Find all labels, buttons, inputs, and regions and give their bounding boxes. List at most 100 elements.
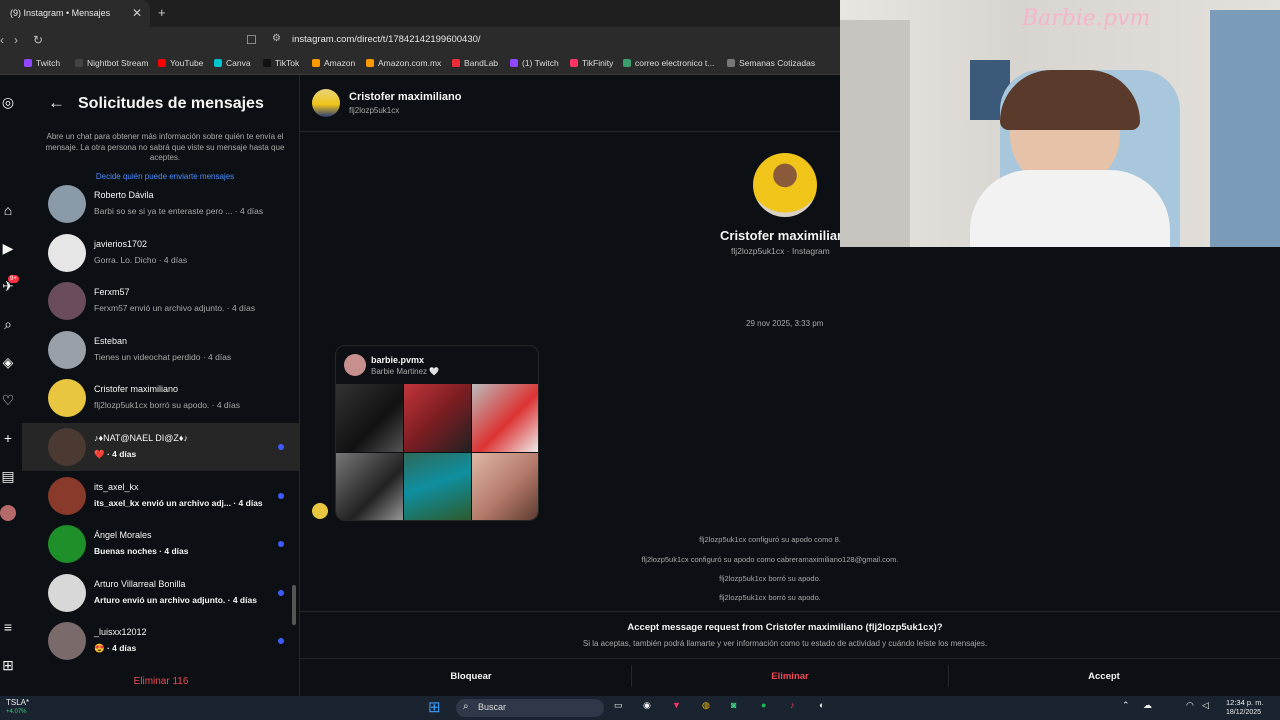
bookmark-item[interactable]: Semanas Cotizadas xyxy=(727,58,815,68)
reels-icon[interactable]: ▶ xyxy=(0,240,16,256)
shared-profile-card[interactable]: barbie.pvmx Barbie Martinez 🤍 xyxy=(335,345,539,521)
header-avatar[interactable] xyxy=(312,89,340,117)
request-row[interactable]: Cristofer maximiliano flj2lozp5uk1cx borr… xyxy=(22,374,300,422)
instagram-logo-icon[interactable]: ◎ xyxy=(0,94,16,110)
avatar xyxy=(48,476,86,515)
spotify-icon[interactable]: ● xyxy=(761,700,766,710)
profile-avatar[interactable] xyxy=(0,505,16,521)
request-preview: Gorra. Lo. Dicho · 4 días xyxy=(94,254,188,265)
site-info-icon[interactable]: ⚙ xyxy=(272,33,281,44)
file-explorer-icon[interactable]: ▭ xyxy=(614,700,623,711)
request-row[interactable]: Esteban Tienes un videochat perdido · 4 d… xyxy=(22,326,300,374)
header-name[interactable]: Cristofer maximiliano xyxy=(349,91,461,103)
delete-button[interactable]: Eliminar xyxy=(632,671,948,682)
profile-large-avatar[interactable] xyxy=(753,153,817,217)
tray-cloud-icon[interactable]: ☁ xyxy=(1143,700,1152,711)
bookmark-item[interactable]: Amazon.com.mx xyxy=(366,58,441,68)
bookmark-favicon-icon xyxy=(452,59,460,67)
profile-name: Cristofer maximiliano xyxy=(720,228,853,243)
request-row[interactable]: Arturo Villarreal Bonilla Arturo envió un… xyxy=(22,569,300,617)
bookmark-label: (1) Twitch xyxy=(522,58,559,68)
bookmark-item[interactable]: correo electronico t... xyxy=(623,58,714,68)
grid-photo xyxy=(472,453,538,520)
request-row[interactable]: its_axel_kx its_axel_kx envió un archivo … xyxy=(22,472,300,520)
accept-button[interactable]: Accept xyxy=(946,671,1262,682)
clock-time[interactable]: 12:34 p. m. xyxy=(1226,698,1264,707)
unread-dot xyxy=(278,541,284,548)
bookmark-item[interactable]: YouTube xyxy=(158,58,203,68)
notifications-heart-icon[interactable]: ♡ xyxy=(0,392,16,408)
card-username: barbie.pvmx xyxy=(371,355,425,365)
new-tab-button[interactable]: + xyxy=(158,5,166,20)
tray-chevron-icon[interactable]: ⌃ xyxy=(1122,700,1130,711)
bookmark-favicon-icon xyxy=(75,59,83,67)
bookmark-item[interactable]: Amazon xyxy=(312,58,355,68)
message-requests-panel: ← Solicitudes de mensajes Abre un chat p… xyxy=(22,75,300,696)
stock-ticker[interactable]: TSLA* xyxy=(6,698,29,707)
windows-start-icon[interactable]: ⊞ xyxy=(428,698,441,716)
bookmark-item[interactable]: (1) Twitch xyxy=(510,58,559,68)
taskbar-search[interactable]: Buscar xyxy=(456,699,604,717)
bookmark-item[interactable]: BandLab xyxy=(452,58,498,68)
bookmark-label: TikTok xyxy=(275,58,300,68)
wifi-icon[interactable]: ◠ xyxy=(1186,700,1194,711)
streamer-hair xyxy=(1000,70,1140,130)
request-row[interactable]: _luisxx12012 😍 · 4 días xyxy=(22,617,300,665)
home-icon[interactable]: ⌂ xyxy=(0,202,16,218)
bookmark-label: TikFinity xyxy=(582,58,614,68)
panel-scrollbar[interactable] xyxy=(292,585,296,625)
steam-icon[interactable]: ◐ xyxy=(819,700,824,710)
system-message: flj2lozp5uk1cx configuró su apodo como 8… xyxy=(699,535,841,544)
nav-rail: ◎ ⌂ ▶ ✈ 9+ ⌕ ◈ ♡ + ▤ ≡ ⊞ xyxy=(0,75,22,696)
create-plus-icon[interactable]: + xyxy=(0,430,16,446)
search-icon[interactable]: ⌕ xyxy=(0,316,16,332)
block-button[interactable]: Bloquear xyxy=(313,671,629,682)
bookmark-label: BandLab xyxy=(464,58,499,68)
forward-nav-icon[interactable]: › xyxy=(14,33,18,47)
bookmark-favicon-icon xyxy=(312,59,320,67)
bookmark-favicon-icon xyxy=(24,59,32,67)
bookmark-item[interactable]: Nightbot Stream xyxy=(75,58,148,68)
bookmark-item[interactable]: TikFinity xyxy=(570,58,613,68)
brave-icon[interactable]: ▼ xyxy=(672,700,681,710)
request-row[interactable]: Ferxm57 Ferxm57 envió un archivo adjunto.… xyxy=(22,277,300,325)
back-arrow-icon[interactable]: ← xyxy=(48,93,65,113)
bookmark-item[interactable]: TikTok xyxy=(263,58,299,68)
avatar xyxy=(48,330,86,369)
url-text[interactable]: instagram.com/direct/t/17842142199600430… xyxy=(292,34,481,45)
bookmark-item[interactable]: Twitch xyxy=(24,58,60,68)
request-row[interactable]: javierios1702 Gorra. Lo. Dicho · 4 días xyxy=(22,229,300,277)
whatsapp-icon[interactable]: ◙ xyxy=(731,700,736,710)
request-row[interactable]: Roberto Dávila Barbi so se si ya te enter… xyxy=(22,180,300,228)
grid-photo xyxy=(472,384,538,452)
threads-apps-icon[interactable]: ⊞ xyxy=(0,657,16,673)
more-menu-icon[interactable]: ≡ xyxy=(0,619,16,635)
request-row[interactable]: ♪♦NAT@NAEL DI@Z♦♪ ❤️ · 4 días xyxy=(22,423,300,471)
request-preview: Ferxm57 envió un archivo adjunto. · 4 dí… xyxy=(94,303,256,314)
reload-icon[interactable]: ↻ xyxy=(33,33,43,47)
request-preview: Barbi so se si ya te enteraste pero ... … xyxy=(94,206,264,216)
close-tab-icon[interactable]: ✕ xyxy=(132,0,142,27)
bookmark-item[interactable]: Canva xyxy=(214,58,251,68)
discord-icon[interactable]: ◉ xyxy=(643,700,651,711)
delete-all-button[interactable]: Eliminar 116 xyxy=(22,676,300,687)
bookmark-favicon-icon xyxy=(366,59,374,67)
back-nav-icon[interactable]: ‹ xyxy=(0,33,4,47)
tiktok-icon[interactable]: ♪ xyxy=(790,700,795,710)
explore-icon[interactable]: ◈ xyxy=(0,354,16,370)
dashboard-icon[interactable]: ▤ xyxy=(0,468,16,484)
browser-tab[interactable]: (9) Instagram • Mensajes ✕ xyxy=(0,0,150,27)
bookmark-favicon-icon xyxy=(570,59,578,67)
bookmark-favicon-icon xyxy=(158,59,166,67)
request-preview: flj2lozp5uk1cx borró su apodo. · 4 días xyxy=(94,400,241,411)
grid-photo xyxy=(336,453,403,520)
address-bar: ‹ › ↻ ☐ ⚙ instagram.com/direct/t/1784214… xyxy=(0,27,840,54)
chrome-icon[interactable]: ◍ xyxy=(702,700,710,711)
bookmark-label: correo electronico t... xyxy=(635,58,715,68)
volume-icon[interactable]: ◁ xyxy=(1202,700,1209,711)
request-row[interactable]: Ángel Morales Buenas noches · 4 días xyxy=(22,520,300,568)
system-message: flj2lozp5uk1cx borró su apodo. xyxy=(719,574,821,583)
bookmarks-bar: Twitch Nightbot Stream YouTube Canva TikTok A… xyxy=(0,54,840,75)
bookmark-star-icon[interactable]: ☐ xyxy=(246,33,257,47)
clock-date: 18/12/2025 xyxy=(1226,709,1262,716)
